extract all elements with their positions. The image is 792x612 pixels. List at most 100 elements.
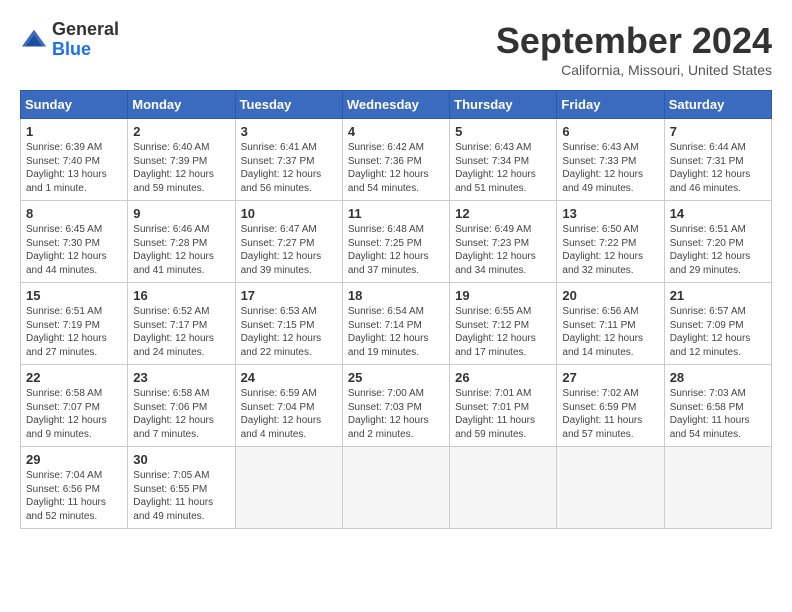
day-number: 20 bbox=[562, 288, 658, 303]
day-info: Sunrise: 6:52 AM Sunset: 7:17 PM Dayligh… bbox=[133, 305, 229, 359]
calendar-cell: 23Sunrise: 6:58 AM Sunset: 7:06 PM Dayli… bbox=[128, 365, 235, 447]
day-number: 4 bbox=[348, 124, 444, 139]
day-number: 30 bbox=[133, 452, 229, 467]
day-info: Sunrise: 6:58 AM Sunset: 7:06 PM Dayligh… bbox=[133, 387, 229, 441]
calendar-cell: 5Sunrise: 6:43 AM Sunset: 7:34 PM Daylig… bbox=[450, 119, 557, 201]
day-number: 21 bbox=[670, 288, 766, 303]
calendar-cell bbox=[450, 447, 557, 529]
calendar-cell bbox=[342, 447, 449, 529]
calendar-header-row: SundayMondayTuesdayWednesdayThursdayFrid… bbox=[21, 91, 772, 119]
calendar-cell: 2 Sunrise: 6:40 AM Sunset: 7:39 PM Daylig… bbox=[128, 119, 235, 201]
day-number: 11 bbox=[348, 206, 444, 221]
calendar-cell: 22 Sunrise: 6:58 AM Sunset: 7:07 PM Dayli… bbox=[21, 365, 128, 447]
calendar-week-2: 8 Sunrise: 6:45 AM Sunset: 7:30 PM Daylig… bbox=[21, 201, 772, 283]
day-number: 6 bbox=[562, 124, 658, 139]
calendar-cell: 30 Sunrise: 7:05 AM Sunset: 6:55 PM Dayli… bbox=[128, 447, 235, 529]
day-number: 2 bbox=[133, 124, 229, 139]
calendar-cell: 28 Sunrise: 7:03 AM Sunset: 6:58 PM Dayli… bbox=[664, 365, 771, 447]
day-number: 22 bbox=[26, 370, 122, 385]
day-info: Sunrise: 6:55 AM Sunset: 7:12 PM Dayligh… bbox=[455, 305, 551, 359]
calendar-week-1: 1 Sunrise: 6:39 AM Sunset: 7:40 PM Daylig… bbox=[21, 119, 772, 201]
calendar-cell: 15Sunrise: 6:51 AM Sunset: 7:19 PM Dayli… bbox=[21, 283, 128, 365]
day-info: Sunrise: 6:43 AM Sunset: 7:33 PM Dayligh… bbox=[562, 141, 658, 195]
day-number: 12 bbox=[455, 206, 551, 221]
day-number: 18 bbox=[348, 288, 444, 303]
calendar-cell: 19 Sunrise: 6:55 AM Sunset: 7:12 PM Dayli… bbox=[450, 283, 557, 365]
day-info: Sunrise: 7:02 AM Sunset: 6:59 PM Dayligh… bbox=[562, 387, 658, 441]
day-info: Sunrise: 7:03 AM Sunset: 6:58 PM Dayligh… bbox=[670, 387, 766, 441]
calendar-cell: 20 Sunrise: 6:56 AM Sunset: 7:11 PM Dayli… bbox=[557, 283, 664, 365]
day-number: 29 bbox=[26, 452, 122, 467]
calendar-cell: 9 Sunrise: 6:46 AM Sunset: 7:28 PM Daylig… bbox=[128, 201, 235, 283]
day-number: 27 bbox=[562, 370, 658, 385]
calendar-cell: 26Sunrise: 7:01 AM Sunset: 7:01 PM Dayli… bbox=[450, 365, 557, 447]
logo: General Blue bbox=[20, 20, 119, 60]
day-header-thursday: Thursday bbox=[450, 91, 557, 119]
day-info: Sunrise: 6:41 AM Sunset: 7:37 PM Dayligh… bbox=[241, 141, 337, 195]
day-info: Sunrise: 6:47 AM Sunset: 7:27 PM Dayligh… bbox=[241, 223, 337, 277]
day-header-sunday: Sunday bbox=[21, 91, 128, 119]
calendar-cell: 11Sunrise: 6:48 AM Sunset: 7:25 PM Dayli… bbox=[342, 201, 449, 283]
title-area: September 2024 California, Missouri, Uni… bbox=[496, 20, 772, 78]
day-info: Sunrise: 7:00 AM Sunset: 7:03 PM Dayligh… bbox=[348, 387, 444, 441]
day-info: Sunrise: 6:42 AM Sunset: 7:36 PM Dayligh… bbox=[348, 141, 444, 195]
calendar-cell: 27 Sunrise: 7:02 AM Sunset: 6:59 PM Dayli… bbox=[557, 365, 664, 447]
calendar-week-4: 22 Sunrise: 6:58 AM Sunset: 7:07 PM Dayli… bbox=[21, 365, 772, 447]
day-info: Sunrise: 6:56 AM Sunset: 7:11 PM Dayligh… bbox=[562, 305, 658, 359]
day-info: Sunrise: 6:59 AM Sunset: 7:04 PM Dayligh… bbox=[241, 387, 337, 441]
calendar-cell: 7 Sunrise: 6:44 AM Sunset: 7:31 PM Daylig… bbox=[664, 119, 771, 201]
calendar-cell: 3 Sunrise: 6:41 AM Sunset: 7:37 PM Daylig… bbox=[235, 119, 342, 201]
day-info: Sunrise: 6:54 AM Sunset: 7:14 PM Dayligh… bbox=[348, 305, 444, 359]
day-number: 15 bbox=[26, 288, 122, 303]
month-title: September 2024 bbox=[496, 20, 772, 62]
day-info: Sunrise: 6:40 AM Sunset: 7:39 PM Dayligh… bbox=[133, 141, 229, 195]
day-number: 28 bbox=[670, 370, 766, 385]
day-header-tuesday: Tuesday bbox=[235, 91, 342, 119]
location: California, Missouri, United States bbox=[496, 62, 772, 78]
calendar-cell: 12 Sunrise: 6:49 AM Sunset: 7:23 PM Dayli… bbox=[450, 201, 557, 283]
calendar-cell: 1 Sunrise: 6:39 AM Sunset: 7:40 PM Daylig… bbox=[21, 119, 128, 201]
calendar-cell: 18 Sunrise: 6:54 AM Sunset: 7:14 PM Dayli… bbox=[342, 283, 449, 365]
day-number: 1 bbox=[26, 124, 122, 139]
day-info: Sunrise: 6:44 AM Sunset: 7:31 PM Dayligh… bbox=[670, 141, 766, 195]
day-info: Sunrise: 6:45 AM Sunset: 7:30 PM Dayligh… bbox=[26, 223, 122, 277]
calendar-week-5: 29 Sunrise: 7:04 AM Sunset: 6:56 PM Dayli… bbox=[21, 447, 772, 529]
calendar-cell bbox=[557, 447, 664, 529]
day-info: Sunrise: 6:46 AM Sunset: 7:28 PM Dayligh… bbox=[133, 223, 229, 277]
calendar-week-3: 15Sunrise: 6:51 AM Sunset: 7:19 PM Dayli… bbox=[21, 283, 772, 365]
logo-general: General bbox=[52, 20, 119, 40]
day-info: Sunrise: 7:05 AM Sunset: 6:55 PM Dayligh… bbox=[133, 469, 229, 523]
calendar-table: SundayMondayTuesdayWednesdayThursdayFrid… bbox=[20, 90, 772, 529]
logo-icon bbox=[20, 26, 48, 54]
calendar-cell: 4 Sunrise: 6:42 AM Sunset: 7:36 PM Daylig… bbox=[342, 119, 449, 201]
day-number: 9 bbox=[133, 206, 229, 221]
day-info: Sunrise: 7:01 AM Sunset: 7:01 PM Dayligh… bbox=[455, 387, 551, 441]
calendar-cell: 24 Sunrise: 6:59 AM Sunset: 7:04 PM Dayli… bbox=[235, 365, 342, 447]
day-number: 16 bbox=[133, 288, 229, 303]
calendar-cell: 21 Sunrise: 6:57 AM Sunset: 7:09 PM Dayli… bbox=[664, 283, 771, 365]
day-number: 7 bbox=[670, 124, 766, 139]
day-number: 10 bbox=[241, 206, 337, 221]
day-info: Sunrise: 6:57 AM Sunset: 7:09 PM Dayligh… bbox=[670, 305, 766, 359]
calendar-cell: 17Sunrise: 6:53 AM Sunset: 7:15 PM Dayli… bbox=[235, 283, 342, 365]
day-header-monday: Monday bbox=[128, 91, 235, 119]
day-number: 14 bbox=[670, 206, 766, 221]
day-info: Sunrise: 6:49 AM Sunset: 7:23 PM Dayligh… bbox=[455, 223, 551, 277]
day-number: 8 bbox=[26, 206, 122, 221]
day-header-saturday: Saturday bbox=[664, 91, 771, 119]
calendar-cell: 10 Sunrise: 6:47 AM Sunset: 7:27 PM Dayli… bbox=[235, 201, 342, 283]
day-info: Sunrise: 6:58 AM Sunset: 7:07 PM Dayligh… bbox=[26, 387, 122, 441]
day-header-friday: Friday bbox=[557, 91, 664, 119]
calendar-cell: 16 Sunrise: 6:52 AM Sunset: 7:17 PM Dayli… bbox=[128, 283, 235, 365]
day-number: 5 bbox=[455, 124, 551, 139]
day-number: 19 bbox=[455, 288, 551, 303]
day-number: 3 bbox=[241, 124, 337, 139]
calendar-cell bbox=[664, 447, 771, 529]
calendar-cell: 14Sunrise: 6:51 AM Sunset: 7:20 PM Dayli… bbox=[664, 201, 771, 283]
day-info: Sunrise: 6:39 AM Sunset: 7:40 PM Dayligh… bbox=[26, 141, 122, 195]
day-number: 24 bbox=[241, 370, 337, 385]
day-info: Sunrise: 7:04 AM Sunset: 6:56 PM Dayligh… bbox=[26, 469, 122, 523]
calendar-cell: 25 Sunrise: 7:00 AM Sunset: 7:03 PM Dayli… bbox=[342, 365, 449, 447]
day-number: 25 bbox=[348, 370, 444, 385]
day-header-wednesday: Wednesday bbox=[342, 91, 449, 119]
